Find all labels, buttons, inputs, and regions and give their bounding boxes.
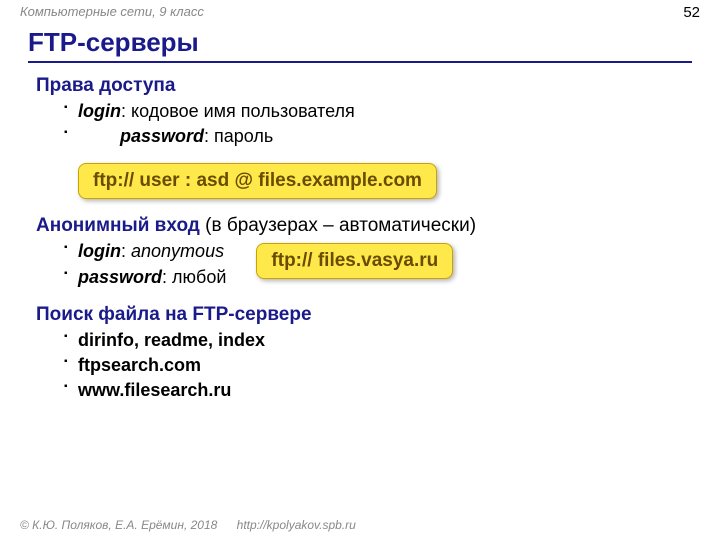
sep: : — [121, 241, 131, 261]
term-rest: : любой — [162, 267, 226, 287]
list-item: login: кодовое имя пользователя — [64, 99, 684, 124]
slide-title: FTP-серверы — [28, 27, 692, 63]
term-login: login — [78, 101, 121, 121]
term-password: password — [120, 126, 204, 146]
term-login: login — [78, 241, 121, 261]
list-item: dirinfo, readme, index — [64, 328, 684, 353]
callout-ftp-url-auth: ftp:// user : asd @ files.example.com — [78, 163, 437, 199]
section-anonymous: Анонимный вход (в браузерах – автоматиче… — [36, 215, 684, 237]
term-rest: : пароль — [204, 126, 273, 146]
list-anonymous: login: anonymous password: любой — [36, 239, 226, 289]
section-note: (в браузерах – автоматически) — [200, 215, 476, 236]
list-item: password: любой — [64, 265, 226, 290]
slide-content: Права доступа login: кодовое имя пользов… — [0, 63, 720, 403]
term-value: anonymous — [131, 241, 224, 261]
section-access-rights: Права доступа — [36, 75, 684, 97]
anonymous-row: login: anonymous password: любой ftp:// … — [36, 237, 684, 297]
term-password: password — [78, 267, 162, 287]
course-label: Компьютерные сети, 9 класс — [20, 4, 204, 21]
list-item: ftpsearch.com — [64, 353, 684, 378]
footer-url: http://kpolyakov.spb.ru — [237, 518, 356, 532]
list-item: www.filesearch.ru — [64, 378, 684, 403]
section-search: Поиск файла на FTP-сервере — [36, 304, 684, 326]
page-number: 52 — [683, 4, 700, 21]
list-search: dirinfo, readme, index ftpsearch.com www… — [36, 328, 684, 404]
slide-header: Компьютерные сети, 9 класс 52 — [0, 0, 720, 21]
section-label: Анонимный вход — [36, 215, 200, 236]
list-item: login: anonymous — [64, 239, 226, 264]
slide-footer: © К.Ю. Поляков, Е.А. Ерёмин, 2018 http:/… — [20, 518, 356, 532]
list-access: login: кодовое имя пользователя password… — [36, 99, 684, 149]
callout-ftp-url-simple: ftp:// files.vasya.ru — [256, 243, 453, 279]
list-item: password: пароль — [64, 124, 684, 149]
term-rest: : кодовое имя пользователя — [121, 101, 355, 121]
copyright: © К.Ю. Поляков, Е.А. Ерёмин, 2018 — [20, 518, 217, 532]
